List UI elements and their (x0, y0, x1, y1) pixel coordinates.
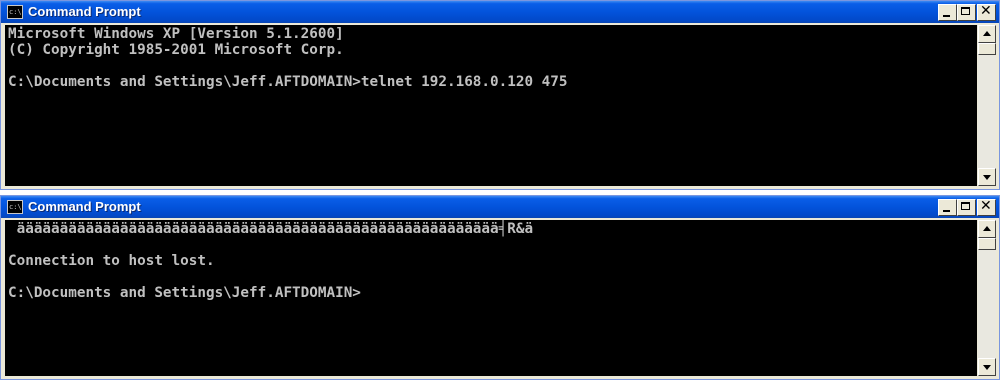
minimize-icon (943, 210, 950, 212)
arrow-up-icon (983, 226, 991, 231)
maximize-icon (961, 202, 970, 210)
command-prompt-window-1[interactable]: c:\ Command Prompt ✕ Microsoft Windows X… (0, 0, 1000, 190)
scroll-down-button[interactable] (978, 358, 996, 376)
close-button[interactable]: ✕ (977, 198, 996, 216)
close-icon: ✕ (980, 198, 992, 214)
arrow-down-icon (983, 175, 991, 180)
minimize-icon (943, 15, 950, 17)
close-icon: ✕ (980, 3, 992, 19)
scrollbar-thumb[interactable] (978, 43, 996, 55)
console-line: C:\Documents and Settings\Jeff.AFTDOMAIN… (8, 285, 361, 301)
vertical-scrollbar[interactable] (978, 25, 996, 186)
scroll-up-button[interactable] (978, 220, 996, 238)
scroll-up-button[interactable] (978, 25, 996, 43)
console-line: (C) Copyright 1985-2001 Microsoft Corp. (8, 42, 344, 58)
console-output[interactable]: ääääääääääääääääääääääääääääääääääääääää… (5, 220, 977, 376)
close-button[interactable]: ✕ (977, 3, 996, 21)
console-output[interactable]: Microsoft Windows XP [Version 5.1.2600] … (5, 25, 977, 186)
maximize-button[interactable] (957, 199, 976, 216)
console-line: Microsoft Windows XP [Version 5.1.2600] (8, 26, 344, 42)
minimize-button[interactable] (938, 4, 957, 21)
console-icon[interactable]: c:\ (7, 5, 23, 19)
minimize-button[interactable] (938, 199, 957, 216)
command-prompt-window-2[interactable]: c:\ Command Prompt ✕ äääääääääääääääääää… (0, 195, 1000, 380)
scroll-down-button[interactable] (978, 168, 996, 186)
console-line: Connection to host lost. (8, 253, 215, 269)
window-title: Command Prompt (28, 4, 141, 19)
scrollbar-thumb[interactable] (978, 238, 996, 250)
arrow-up-icon (983, 31, 991, 36)
vertical-scrollbar[interactable] (978, 220, 996, 376)
window-title: Command Prompt (28, 199, 141, 214)
title-bar[interactable]: c:\ Command Prompt ✕ (1, 196, 999, 218)
title-bar[interactable]: c:\ Command Prompt ✕ (1, 1, 999, 23)
maximize-button[interactable] (957, 4, 976, 21)
maximize-icon (961, 7, 970, 15)
console-line: C:\Documents and Settings\Jeff.AFTDOMAIN… (8, 74, 568, 90)
arrow-down-icon (983, 365, 991, 370)
console-icon[interactable]: c:\ (7, 200, 23, 214)
console-line: ääääääääääääääääääääääääääääääääääääääää… (8, 221, 534, 237)
